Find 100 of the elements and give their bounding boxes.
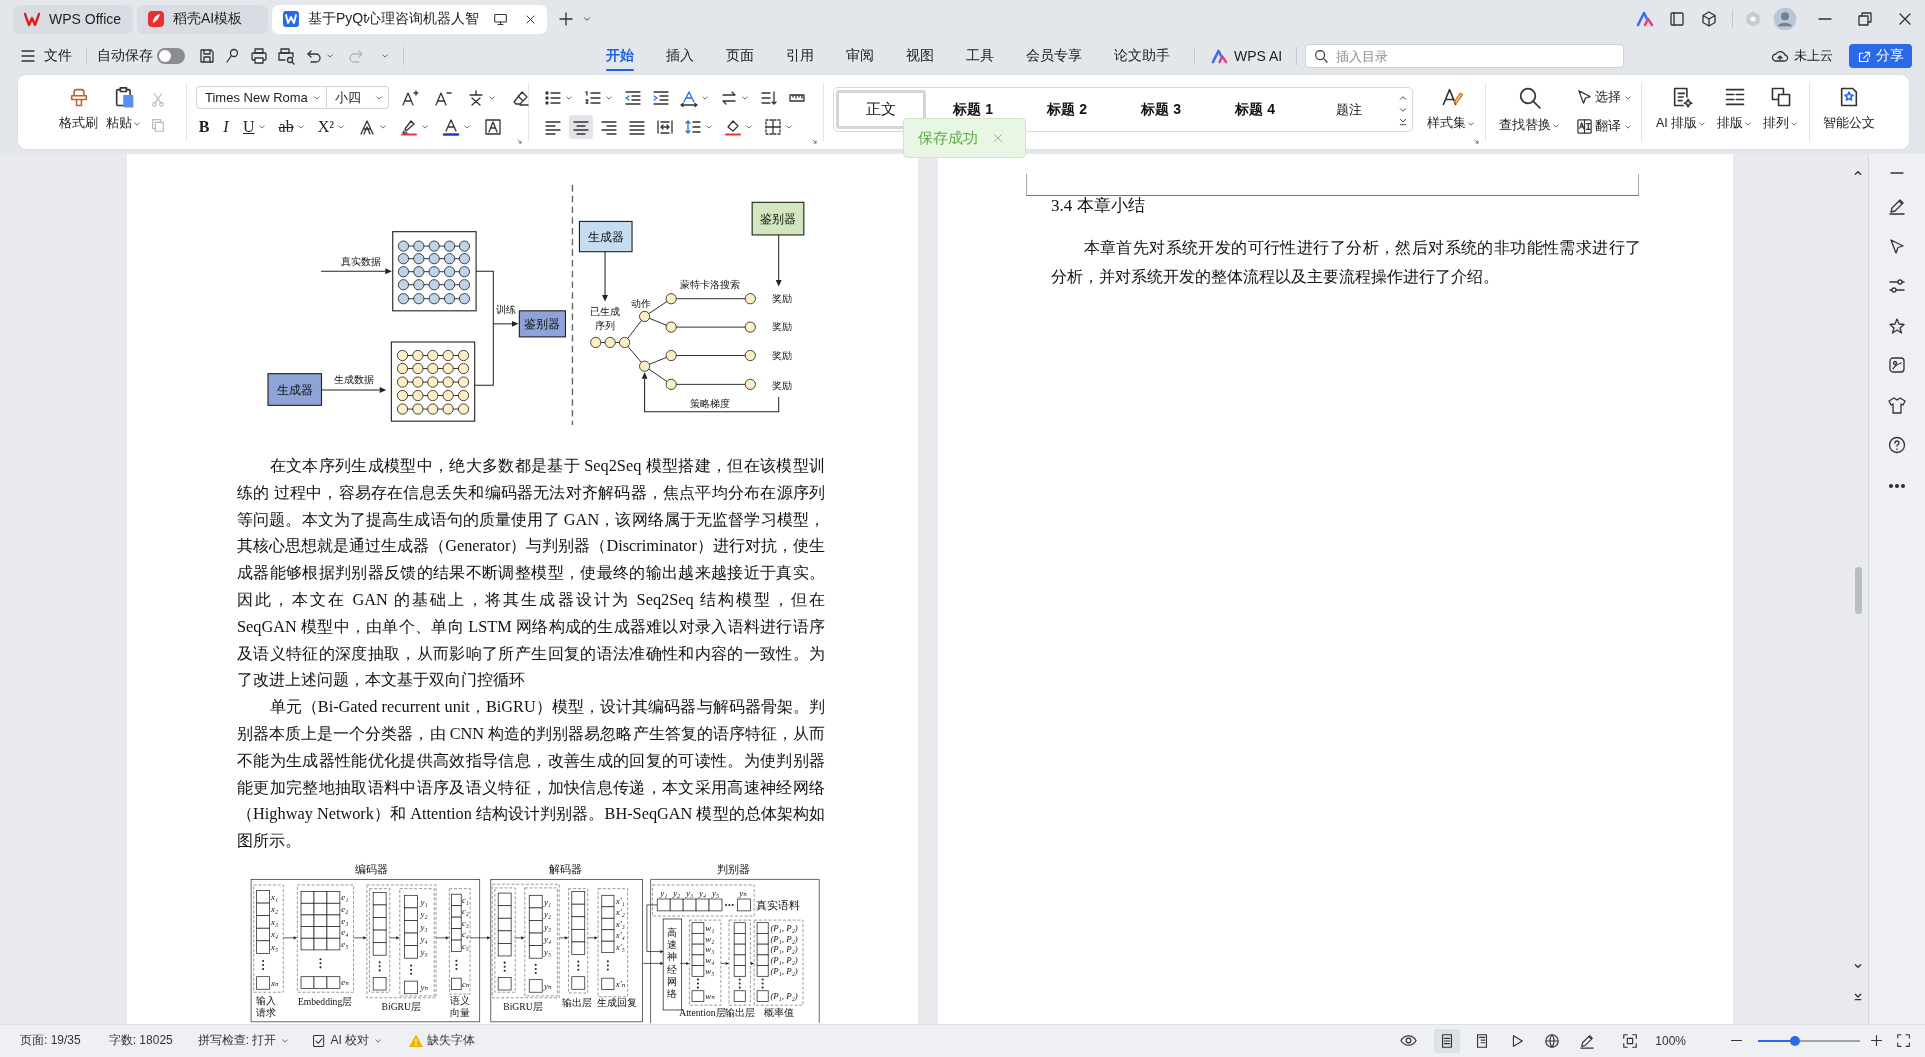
vector-label: x₃ [271, 916, 279, 927]
find-replace-button[interactable]: 查找替换 [1499, 75, 1561, 149]
vector-label: x₅ [271, 942, 279, 952]
menu-tab[interactable]: 论文助手 [1098, 38, 1186, 74]
arrange-button[interactable]: 排列 [1763, 75, 1800, 149]
diagram-label: 奖励 [771, 349, 792, 361]
format-button[interactable]: ab [275, 114, 309, 139]
select-button[interactable]: 选择 [1573, 85, 1636, 110]
layer-caption: 语义 [449, 995, 470, 1006]
vector-label: y₃ [420, 921, 428, 932]
vector-label: x'₁ [615, 895, 625, 906]
document-tab[interactable]: 稻壳AI模板 [137, 4, 268, 34]
vector-label: c₁ [461, 894, 469, 905]
format-button[interactable]: B [196, 114, 212, 139]
node-label: 高速神经网络 [667, 926, 678, 999]
diagram-label: 蒙特卡洛搜索 [679, 278, 740, 290]
menu-tab[interactable]: 会员专享 [1010, 38, 1098, 74]
file-menu-button[interactable]: 文件 [19, 47, 72, 65]
missing-fonts-button[interactable]: 缺失字体 [406, 1028, 479, 1053]
search-field[interactable]: 插入目录 [1305, 44, 1625, 68]
menu-tab[interactable]: 插入 [650, 38, 710, 74]
vector-label: y₅ [544, 946, 552, 957]
layer-caption: BiGRU层 [381, 1000, 421, 1012]
cloud-button[interactable]: 未上云 [1771, 47, 1833, 65]
layer-caption: 输出层 [562, 997, 593, 1009]
style-item[interactable]: 标题 3 [1114, 90, 1209, 129]
vector-label: c₄ [461, 929, 469, 940]
section-heading: 3.4 本章小结 [1051, 196, 1145, 216]
vector-label: y₁ [420, 896, 428, 907]
menu-tab[interactable]: 引用 [770, 38, 830, 74]
vector-label: x₁ [271, 891, 279, 902]
vector-label: w₂ [705, 933, 715, 944]
format-button[interactable]: X² [314, 114, 350, 139]
vector-label: y₃ [686, 888, 694, 898]
share-button[interactable]: 分享 [1849, 44, 1912, 68]
vector-label: e₅ [341, 938, 349, 949]
diagram-label: 序列 [595, 319, 616, 331]
ai-layout-button[interactable]: AI 排版 [1656, 75, 1708, 149]
autosave-label: 自动保存 [97, 47, 153, 65]
menu-tab[interactable]: 页面 [710, 38, 770, 74]
document-tab[interactable]: 基于PyQt心理咨询机器人智 [272, 4, 548, 34]
vector-label: y₁ [660, 888, 668, 898]
vector-label: e₄ [341, 927, 349, 938]
vector-label: wₙ [705, 991, 715, 1002]
vector-label: x'₅ [615, 941, 625, 952]
vector-label: x₄ [271, 929, 279, 940]
vector-label: e₂ [341, 904, 349, 914]
diagram-label: 生成数据 [333, 374, 374, 385]
vector-label: xₙ [271, 977, 279, 988]
smart-document-button[interactable]: 智能公文 [1823, 75, 1875, 149]
panel-title: 判别器 [717, 863, 751, 876]
layer-caption: 概率值 [764, 1007, 795, 1019]
menu-tab[interactable]: 审阅 [830, 38, 890, 74]
ai-proofread-button[interactable]: AI 校对 [309, 1028, 387, 1053]
vector-label: y₁ [544, 896, 552, 907]
font-name-select[interactable]: Times New Roma [196, 86, 327, 109]
format-button[interactable]: I [218, 114, 234, 139]
vector-label: y₅ [420, 946, 428, 957]
layer-caption: 输入 [255, 995, 276, 1006]
vector-label: y₂ [544, 909, 552, 920]
vector-label: y₄ [420, 934, 428, 945]
vector-label: x'₂ [615, 907, 625, 918]
vector-label: c₅ [461, 940, 469, 951]
format-button[interactable]: U [240, 114, 270, 139]
font-size-select[interactable]: 小四 [327, 86, 389, 109]
diagram-label: 已生成 [590, 306, 621, 318]
menu-tab[interactable]: 视图 [890, 38, 950, 74]
layer-caption: Attention层 [679, 1007, 726, 1019]
format-painter-button[interactable]: 格式刷 [59, 75, 98, 149]
menu-tab[interactable]: 工具 [950, 38, 1010, 74]
vector-label: x'₃ [615, 918, 625, 929]
paste-button[interactable]: 粘贴 [106, 75, 142, 149]
style-item[interactable]: 标题 1 [926, 90, 1021, 129]
vector-label: x'ₙ [615, 978, 626, 989]
zoom-level-button[interactable]: 100% [1652, 1028, 1689, 1053]
wps-ai-button[interactable]: WPS AI [1211, 47, 1283, 65]
style-item[interactable]: 标题 4 [1208, 90, 1303, 129]
style-set-button[interactable]: 样式集 [1427, 75, 1476, 149]
layer-caption: 真实语料 [756, 898, 801, 911]
panel-title: 编码器 [354, 863, 388, 876]
translate-button[interactable]: 翻译 [1573, 114, 1636, 139]
vector-label: x'₄ [615, 930, 625, 941]
style-item[interactable]: 题注 [1302, 90, 1397, 129]
vector-label: yₙ [420, 982, 429, 993]
diagram-label: 真实数据 [340, 256, 381, 268]
document-tab[interactable]: WPS Office [13, 4, 133, 34]
vector-label: w₅ [705, 965, 715, 976]
vector-label: y₄ [544, 934, 552, 945]
diagram-label: 奖励 [771, 321, 792, 333]
page-count: 页面: 19/35 [20, 1032, 81, 1049]
vector-label: yₙ [544, 980, 552, 991]
layer-caption: BiGRU层 [503, 1000, 543, 1012]
vector-label: w₃ [705, 944, 715, 955]
layer-caption: Embedding层 [297, 996, 353, 1008]
layout-button[interactable]: 排版 [1717, 75, 1754, 149]
style-item[interactable]: 标题 2 [1020, 90, 1115, 129]
vector-label: y₂ [420, 909, 428, 920]
layer-caption: 向量 [449, 1006, 470, 1018]
menu-tab[interactable]: 开始 [590, 38, 650, 74]
spell-check-button[interactable]: 拼写检查: 打开 [194, 1028, 294, 1053]
